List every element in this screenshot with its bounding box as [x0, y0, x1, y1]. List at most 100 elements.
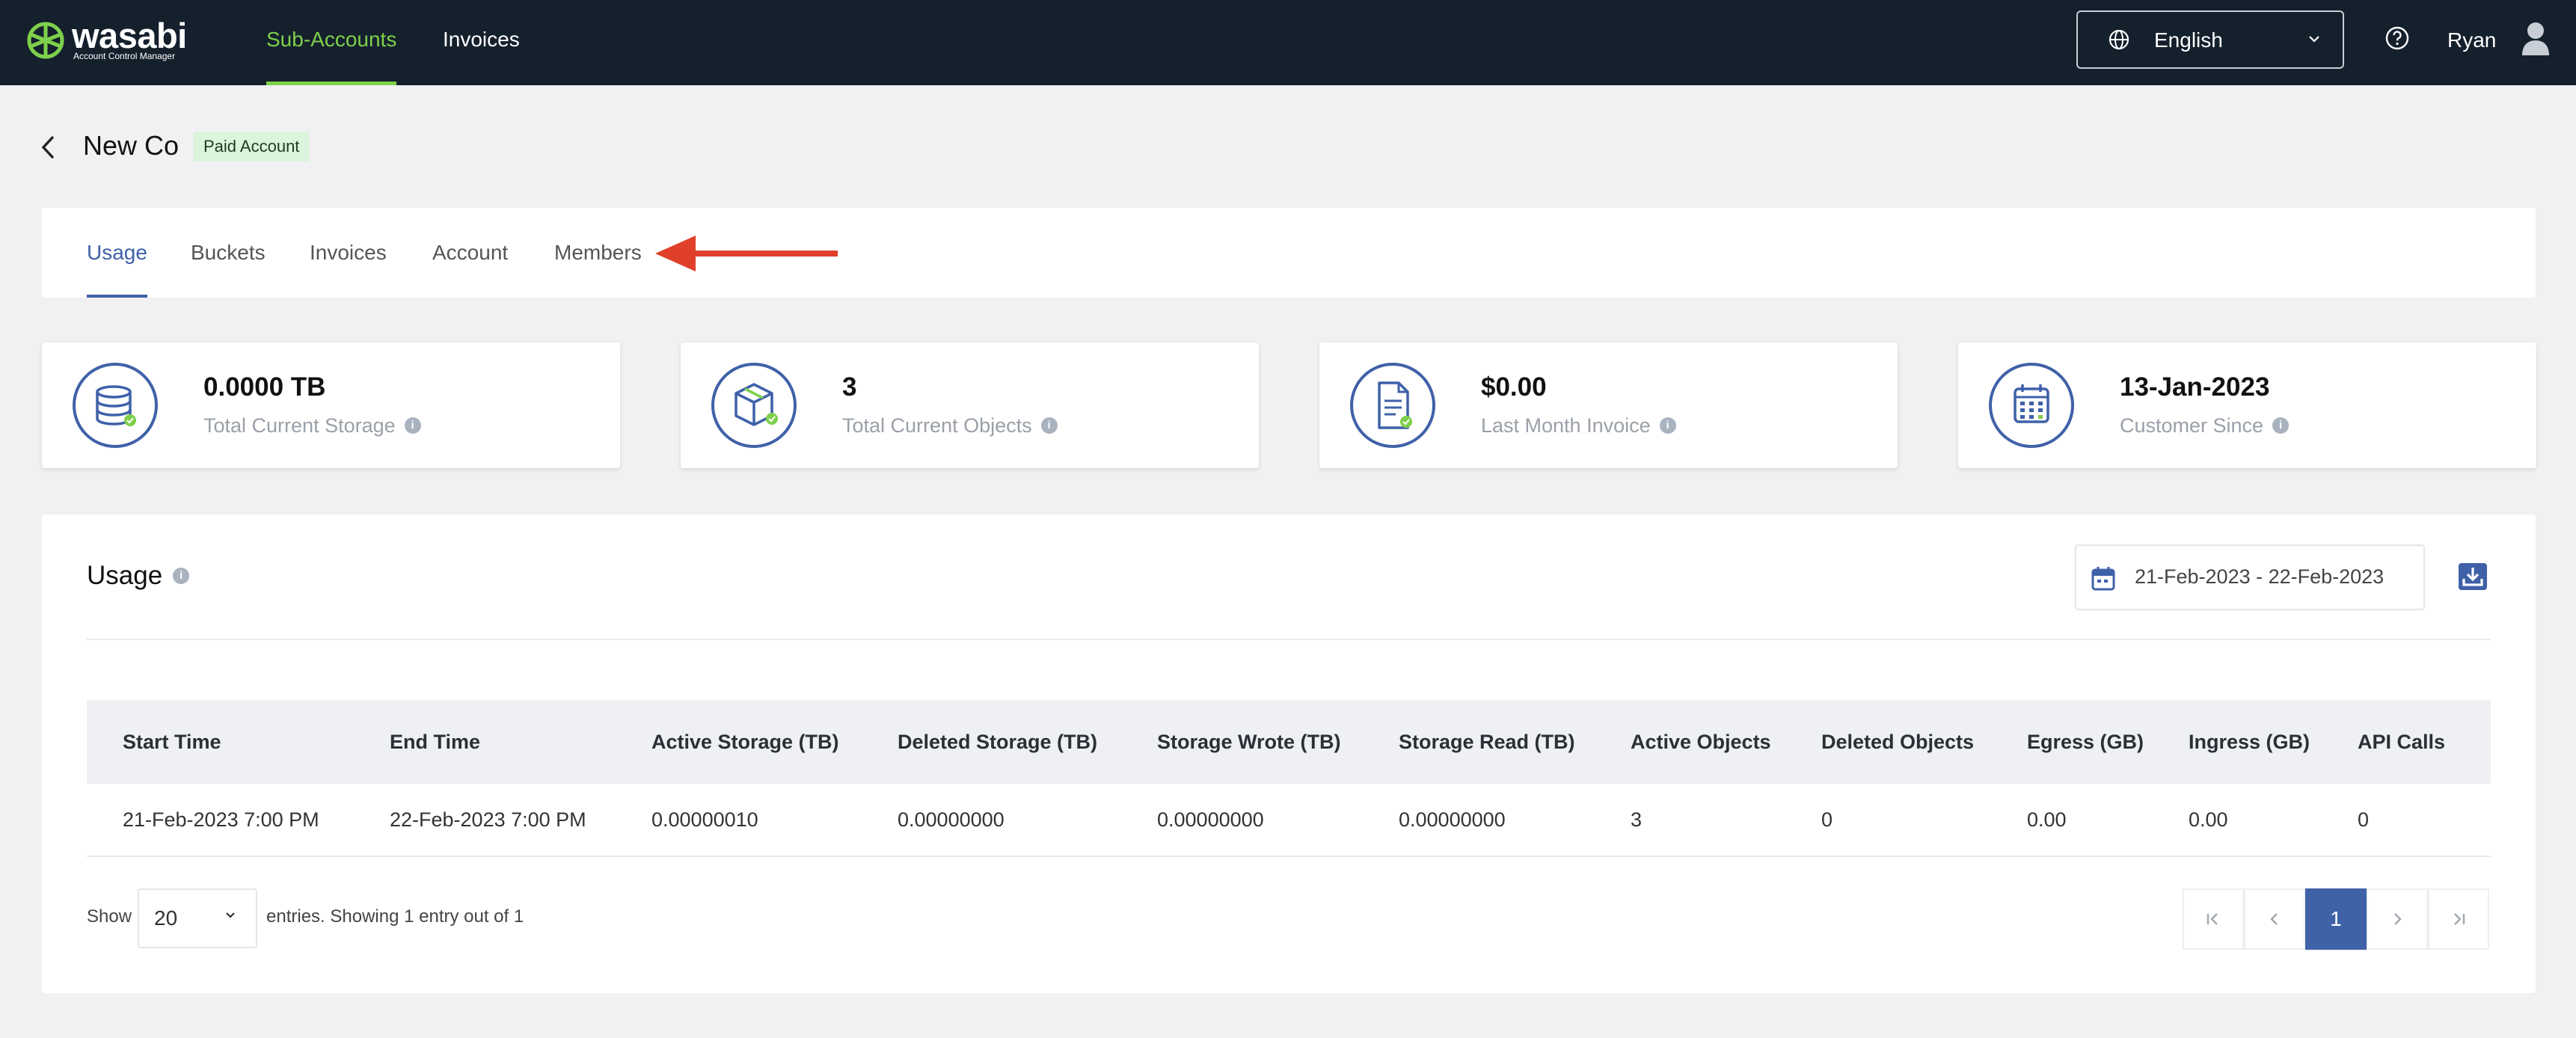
page-button-current[interactable]: 1: [2305, 888, 2367, 950]
nav-invoices-label: Invoices: [443, 28, 520, 51]
wasabi-logo[interactable]: wasabi Account Control Manager: [27, 16, 206, 64]
table-cell: 0.00000010: [651, 808, 758, 831]
table-cell: 3: [1631, 808, 1643, 831]
tab-account[interactable]: Account: [432, 208, 508, 298]
stat-label: Total Current Objects i: [842, 414, 1058, 437]
download-icon[interactable]: [2458, 562, 2488, 591]
tab-invoices-label: Invoices: [310, 241, 387, 264]
tab-usage-label: Usage: [87, 241, 147, 264]
column-header[interactable]: Start Time: [123, 700, 221, 784]
column-header[interactable]: End Time: [390, 700, 480, 784]
column-header[interactable]: Storage Wrote (TB): [1157, 700, 1341, 784]
info-icon[interactable]: i: [2272, 417, 2290, 434]
stat-label: Total Current Storage i: [203, 414, 421, 437]
nav-sub-accounts-label: Sub-Accounts: [266, 28, 397, 51]
stat-card-objects: 3 Total Current Objects i: [681, 343, 1259, 468]
tab-members[interactable]: Members: [554, 208, 642, 298]
brand-name: wasabi: [72, 16, 187, 55]
annotation-arrow-icon: [655, 236, 838, 271]
tab-bar: Usage Buckets Invoices Account Members: [42, 208, 2536, 298]
table-cell: 0.00000000: [1157, 808, 1264, 831]
info-icon[interactable]: i: [1040, 417, 1058, 434]
first-page-icon: [2207, 913, 2218, 925]
chevron-left-icon: [2270, 913, 2278, 925]
column-header[interactable]: Egress (GB): [2027, 700, 2144, 784]
top-navigation-bar: wasabi Account Control Manager Sub-Accou…: [0, 0, 2576, 85]
invoice-icon: [1350, 363, 1435, 448]
stat-label: Customer Since i: [2120, 414, 2290, 437]
user-name[interactable]: Ryan: [2447, 28, 2496, 52]
language-value: English: [2154, 28, 2223, 52]
show-label: Show: [87, 906, 132, 927]
stat-value: 13-Jan-2023: [2120, 372, 2270, 402]
table-cell: 0: [2358, 808, 2370, 831]
next-page-button[interactable]: [2367, 888, 2428, 950]
page-title: New Co: [83, 130, 180, 161]
stat-value: $0.00: [1481, 372, 1547, 402]
usage-panel: Usage i 21-Feb-2023 - 22-Feb-2023 Start T…: [42, 515, 2536, 993]
column-header[interactable]: API Calls: [2358, 700, 2445, 784]
date-range-picker[interactable]: 21-Feb-2023 - 22-Feb-2023: [2075, 544, 2425, 610]
info-icon[interactable]: i: [404, 417, 421, 434]
account-type-badge: Paid Account: [193, 132, 310, 162]
page-size-value: 20: [154, 906, 178, 930]
column-header[interactable]: Deleted Objects: [1821, 700, 1974, 784]
entries-summary: entries. Showing 1 entry out of 1: [266, 906, 524, 927]
table-cell: 0.00: [2027, 808, 2067, 831]
table-cell: 0.00000000: [898, 808, 1005, 831]
stat-label: Last Month Invoice i: [1481, 414, 1676, 437]
tab-account-label: Account: [432, 241, 509, 264]
column-header[interactable]: Active Storage (TB): [651, 700, 839, 784]
chevron-down-icon: [226, 912, 235, 918]
database-icon: [73, 363, 158, 448]
calendar-icon: [2091, 567, 2115, 591]
stat-card-storage: 0.0000 TB Total Current Storage i: [42, 343, 620, 468]
tab-active-indicator: [87, 295, 147, 298]
column-header[interactable]: Storage Read (TB): [1399, 700, 1575, 784]
cube-icon: [711, 363, 797, 448]
nav-sub-accounts[interactable]: Sub-Accounts: [266, 0, 397, 85]
info-icon[interactable]: i: [1659, 417, 1676, 434]
previous-page-button[interactable]: [2244, 888, 2305, 950]
date-range-value: 21-Feb-2023 - 22-Feb-2023: [2135, 565, 2385, 588]
language-select[interactable]: English: [2076, 10, 2344, 69]
last-page-button[interactable]: [2428, 888, 2489, 950]
column-header[interactable]: Deleted Storage (TB): [898, 700, 1097, 784]
table-header-row: Start Time End Time Active Storage (TB) …: [87, 700, 2491, 784]
nav-invoices[interactable]: Invoices: [443, 0, 520, 85]
tab-usage[interactable]: Usage: [87, 208, 147, 298]
last-page-icon: [2454, 913, 2465, 925]
nav-active-indicator: [266, 82, 397, 85]
globe-icon: [2109, 29, 2129, 50]
info-icon[interactable]: i: [173, 567, 190, 584]
stat-card-invoice: $0.00 Last Month Invoice i: [1319, 343, 1898, 468]
stat-label-text: Customer Since: [2120, 414, 2264, 437]
table-cell: 0.00: [2189, 808, 2228, 831]
stat-label-text: Last Month Invoice: [1481, 414, 1651, 437]
stat-label-text: Total Current Storage: [203, 414, 396, 437]
back-arrow-icon[interactable]: [39, 135, 58, 160]
column-header[interactable]: Ingress (GB): [2189, 700, 2310, 784]
usage-heading-text: Usage: [87, 561, 163, 590]
page-size-select[interactable]: 20: [138, 888, 257, 948]
usage-heading: Usage i: [87, 561, 190, 591]
table-cell: 21-Feb-2023 7:00 PM: [123, 808, 319, 831]
tab-buckets[interactable]: Buckets: [191, 208, 266, 298]
stat-label-text: Total Current Objects: [842, 414, 1032, 437]
first-page-button[interactable]: [2183, 888, 2244, 950]
calendar-icon: [1989, 363, 2074, 448]
stat-value: 0.0000 TB: [203, 372, 326, 402]
column-header[interactable]: Active Objects: [1631, 700, 1771, 784]
chevron-down-icon: [2309, 36, 2319, 43]
chevron-right-icon: [2394, 913, 2402, 925]
table-row: 21-Feb-2023 7:00 PM 22-Feb-2023 7:00 PM …: [87, 784, 2491, 857]
stat-value: 3: [842, 372, 857, 402]
tab-invoices[interactable]: Invoices: [310, 208, 387, 298]
table-cell: 0.00000000: [1399, 808, 1506, 831]
table-cell: 0: [1821, 808, 1833, 831]
brand-subtitle: Account Control Manager: [73, 51, 176, 61]
tab-buckets-label: Buckets: [191, 241, 266, 264]
divider: [87, 639, 2491, 640]
help-icon[interactable]: [2385, 25, 2410, 51]
user-avatar-icon[interactable]: [2521, 21, 2551, 55]
